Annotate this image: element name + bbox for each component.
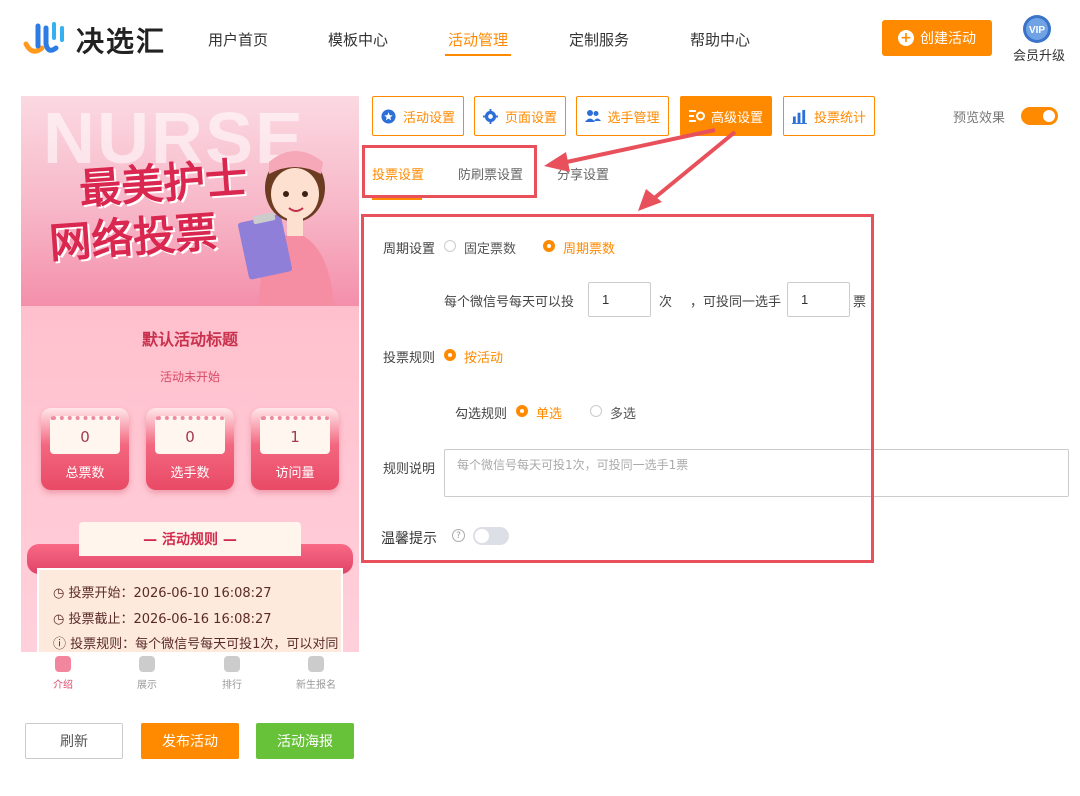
radio-periodic-votes[interactable] xyxy=(543,240,555,252)
nav-custom-service[interactable]: 定制服务 xyxy=(569,29,629,50)
tip-toggle[interactable] xyxy=(473,527,509,545)
stat-value: 0 xyxy=(50,416,120,454)
radio-single-choice-label[interactable]: 单选 xyxy=(536,403,562,422)
radio-by-activity-label[interactable]: 按活动 xyxy=(464,347,503,366)
same-player-unit: 票 xyxy=(853,295,867,310)
users-icon xyxy=(585,108,602,124)
top-header: 决选汇 用户首页 模板中心 活动管理 定制服务 帮助中心 + 创建活动 VIP … xyxy=(0,0,1080,80)
person-icon xyxy=(55,656,71,672)
bar-chart-icon xyxy=(792,108,808,124)
heart-icon xyxy=(224,656,240,672)
activity-banner: NURSE 最美护士 网络投票 xyxy=(21,96,359,306)
tag-icon xyxy=(308,656,324,672)
toggle-knob xyxy=(475,529,489,543)
preview-effect-toggle[interactable] xyxy=(1021,107,1058,125)
stat-value: 0 xyxy=(155,416,225,454)
activity-poster-button[interactable]: 活动海报 xyxy=(256,723,354,759)
rule-line: ◷ 投票截止：2026-06-16 16:08:27 xyxy=(53,612,272,627)
tab-player-management[interactable]: 选手管理 xyxy=(576,96,669,136)
nav-activity-management[interactable]: 活动管理 xyxy=(448,29,508,50)
refresh-button[interactable]: 刷新 xyxy=(25,723,123,759)
rule-description-textarea[interactable] xyxy=(444,449,1069,497)
tabbar-intro[interactable]: 介绍 xyxy=(33,656,93,691)
tab-vote-statistics[interactable]: 投票统计 xyxy=(783,96,875,136)
per-day-unit: 次 xyxy=(659,295,673,310)
nav-active-underline xyxy=(445,54,511,56)
rule-line: ⓘ 投票规则：每个微信号每天可投1次，可以对同 xyxy=(53,637,339,652)
per-day-votes-input[interactable] xyxy=(588,282,651,317)
vip-text: VIP xyxy=(1029,25,1045,36)
nav-help-center[interactable]: 帮助中心 xyxy=(690,29,750,50)
banner-title-line2: 网络投票 xyxy=(47,207,219,268)
period-setting-label: 周期设置 xyxy=(383,242,436,257)
gallery-icon xyxy=(139,656,155,672)
star-circle-icon xyxy=(381,108,397,124)
radio-fixed-votes-label[interactable]: 固定票数 xyxy=(464,238,516,257)
tab-page-settings[interactable]: 页面设置 xyxy=(474,96,566,136)
stat-card-total-votes: 0 总票数 xyxy=(41,408,129,490)
annotation-box-form xyxy=(361,214,874,563)
tab-activity-settings[interactable]: 活动设置 xyxy=(372,96,464,136)
stat-card-players: 0 选手数 xyxy=(146,408,234,490)
vip-badge-icon[interactable]: VIP xyxy=(1022,14,1052,44)
tabbar-signup[interactable]: 新生报名 xyxy=(286,656,346,691)
tabbar-ranking[interactable]: 排行 xyxy=(202,656,262,691)
annotation-arrow-line xyxy=(650,130,737,202)
tip-label: 温馨提示 xyxy=(381,531,437,547)
annotation-arrowhead xyxy=(638,189,662,211)
publish-activity-button[interactable]: 发布活动 xyxy=(141,723,239,759)
settings-sliders-icon xyxy=(688,108,705,124)
create-activity-label: 创建活动 xyxy=(920,31,976,47)
member-upgrade-link[interactable]: 会员升级 xyxy=(1013,45,1065,64)
rule-line: ◷ 投票开始：2026-06-10 16:08:27 xyxy=(53,586,272,601)
per-day-label: 每个微信号每天可以投 xyxy=(444,295,575,310)
subtab-vote-settings[interactable]: 投票设置 xyxy=(372,164,424,183)
help-icon[interactable]: ? xyxy=(452,529,465,542)
stat-value: 1 xyxy=(260,416,330,454)
check-rule-label: 勾选规则 xyxy=(455,407,508,422)
radio-by-activity[interactable] xyxy=(444,349,456,361)
activity-status: 活动未开始 xyxy=(159,370,220,384)
radio-fixed-votes[interactable] xyxy=(444,240,456,252)
rules-heading: — 活动规则 — xyxy=(79,522,301,556)
subtab-anti-fraud-settings[interactable]: 防刷票设置 xyxy=(458,164,523,183)
stat-card-visits: 1 访问量 xyxy=(251,408,339,490)
radio-single-choice[interactable] xyxy=(516,405,528,417)
radio-periodic-votes-label[interactable]: 周期票数 xyxy=(563,238,615,257)
radio-multi-choice[interactable] xyxy=(590,405,602,417)
mobile-tabbar: 介绍 展示 排行 新生报名 xyxy=(21,652,359,696)
stat-label: 总票数 xyxy=(65,466,105,481)
logo-icon xyxy=(23,22,64,54)
create-activity-button[interactable]: + 创建活动 xyxy=(882,20,992,56)
mobile-preview: NURSE 最美护士 网络投票 默认活动标题 活动未开始 0 总票数 0 选手数 xyxy=(21,96,359,652)
stat-label: 访问量 xyxy=(275,466,315,481)
same-player-votes-input[interactable] xyxy=(787,282,850,317)
same-player-label: ，可投同一选手 xyxy=(690,295,782,310)
subtab-active-underline xyxy=(372,198,422,200)
activity-title: 默认活动标题 xyxy=(141,330,238,349)
rule-description-label: 规则说明 xyxy=(383,462,436,477)
gear-icon xyxy=(483,108,499,124)
nav-templates[interactable]: 模板中心 xyxy=(328,29,388,50)
preview-effect-label: 预览效果 xyxy=(953,111,1006,126)
stat-label: 选手数 xyxy=(170,466,210,481)
subtab-share-settings[interactable]: 分享设置 xyxy=(557,164,609,183)
nurse-illustration xyxy=(238,151,334,306)
brand-name: 决选汇 xyxy=(76,25,167,58)
plus-icon: + xyxy=(898,30,914,46)
radio-multi-choice-label[interactable]: 多选 xyxy=(610,403,636,422)
toggle-knob xyxy=(1043,110,1055,122)
tabbar-showcase[interactable]: 展示 xyxy=(117,656,177,691)
activity-body: 默认活动标题 活动未开始 0 总票数 0 选手数 1 访问量 — 活动规则 — … xyxy=(21,306,359,652)
nav-home[interactable]: 用户首页 xyxy=(208,29,268,50)
rules-box: ◷ 投票开始：2026-06-10 16:08:27 ◷ 投票截止：2026-0… xyxy=(37,568,343,652)
tab-advanced-settings[interactable]: 高级设置 xyxy=(680,96,772,136)
vote-rule-label: 投票规则 xyxy=(383,351,436,366)
